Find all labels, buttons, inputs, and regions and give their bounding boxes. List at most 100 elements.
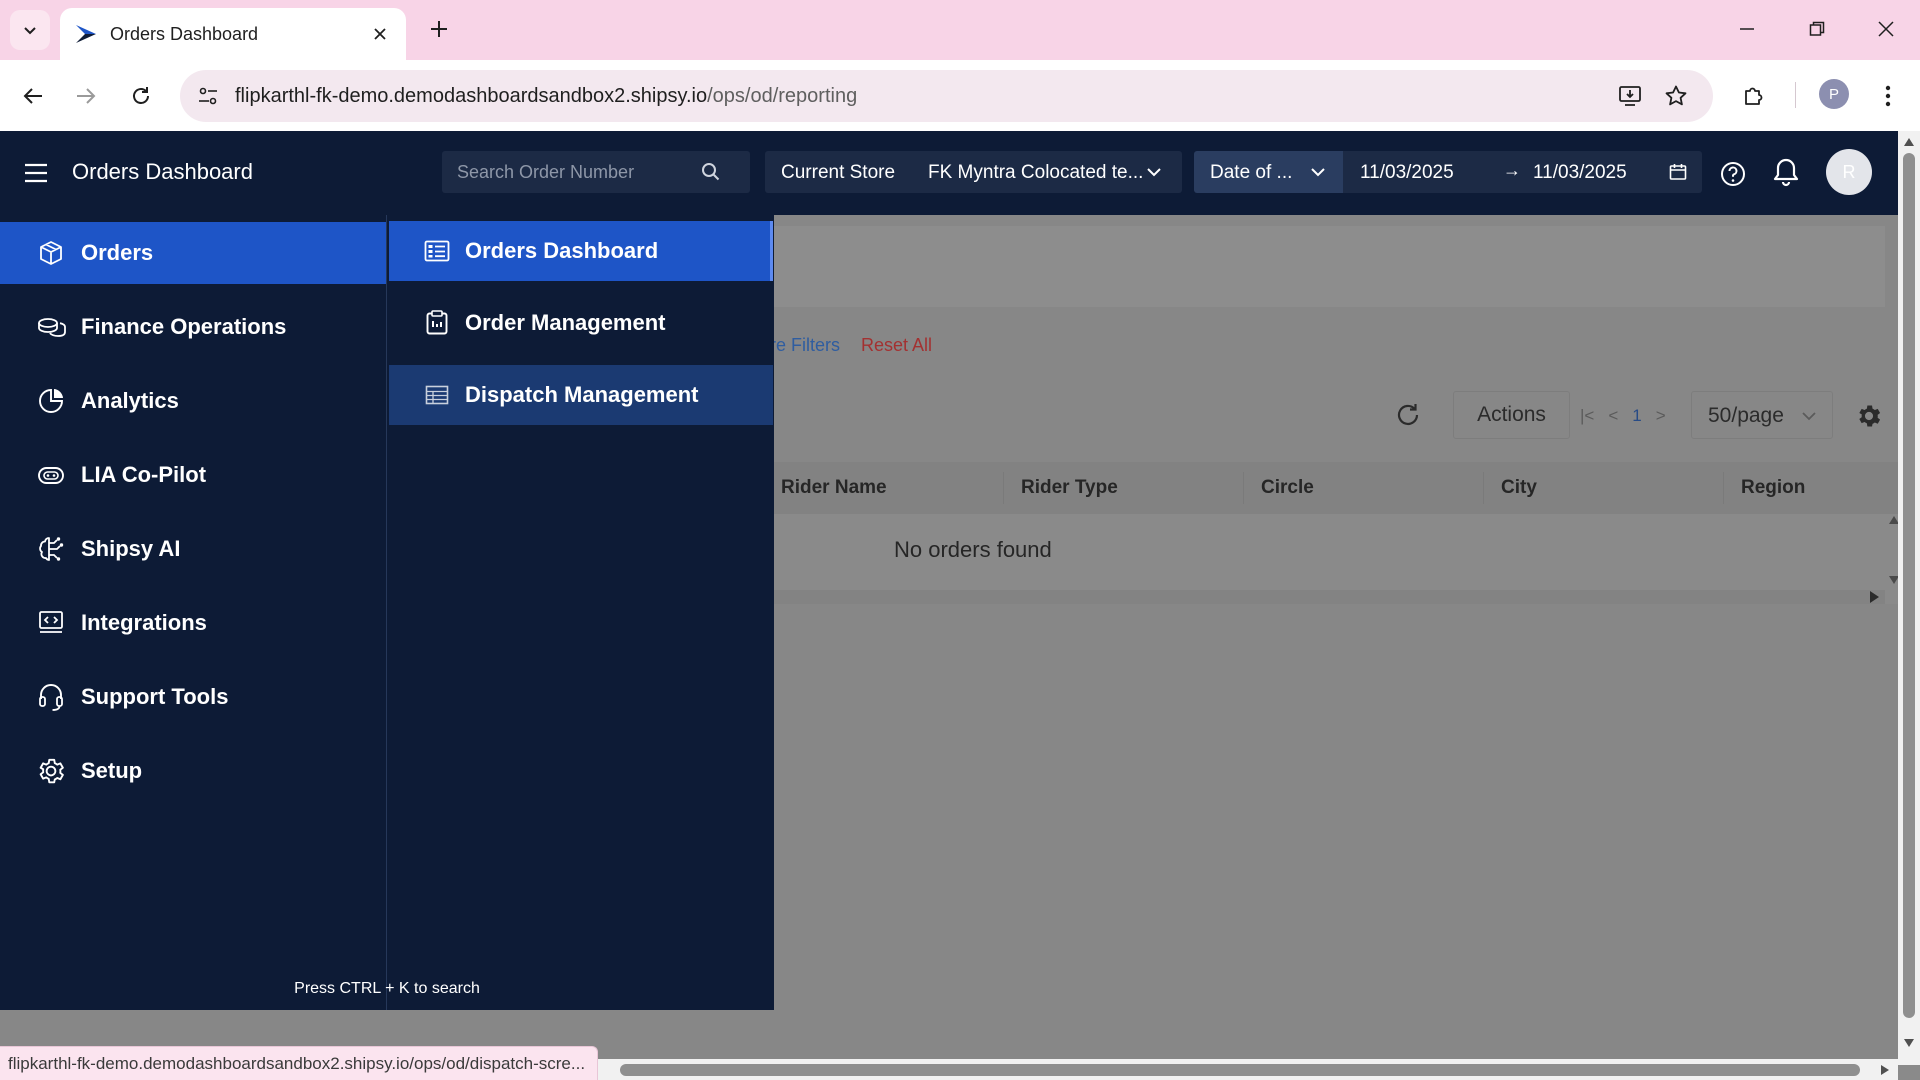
next-page-icon[interactable]: > bbox=[1656, 406, 1666, 426]
store-label: Current Store bbox=[781, 162, 896, 183]
scroll-right-arrow-icon[interactable] bbox=[1867, 590, 1881, 604]
column-header-rider-type[interactable]: Rider Type bbox=[1010, 462, 1250, 514]
pie-chart-icon bbox=[36, 386, 66, 416]
sidebar-item-lia-co-pilot[interactable]: LIA Co-Pilot bbox=[0, 444, 386, 506]
store-selector[interactable]: Current Store FK Myntra Colocated te... bbox=[765, 151, 1182, 193]
page-vertical-scrollbar[interactable] bbox=[1898, 131, 1920, 1065]
extensions-puzzle-icon[interactable] bbox=[1736, 78, 1772, 114]
sidebar-item-label: Analytics bbox=[81, 388, 179, 413]
search-icon[interactable] bbox=[700, 161, 722, 183]
date-range-picker[interactable]: 11/03/2025 → 11/03/2025 bbox=[1343, 151, 1702, 193]
sidebar-item-orders[interactable]: Orders bbox=[0, 222, 386, 284]
date-separator-arrow: → bbox=[1503, 160, 1521, 180]
column-header-region[interactable]: Region bbox=[1730, 462, 1898, 514]
reset-all-link[interactable]: Reset All bbox=[861, 335, 932, 356]
column-divider bbox=[1243, 472, 1244, 504]
sidebar-item-label: LIA Co-Pilot bbox=[81, 462, 207, 487]
table-header: Rider Name Rider Type Circle City Region bbox=[770, 462, 1898, 514]
sidebar-item-label: Support Tools bbox=[81, 684, 229, 709]
url-path: /ops/od/reporting bbox=[707, 85, 858, 107]
hamburger-menu-icon[interactable] bbox=[22, 159, 50, 187]
sidebar-item-label: Setup bbox=[81, 758, 143, 783]
pagination: |< < 1 > bbox=[1580, 403, 1666, 429]
install-app-icon[interactable] bbox=[1615, 81, 1645, 111]
close-window-icon[interactable] bbox=[1871, 14, 1901, 44]
submenu-item-orders-dashboard[interactable]: Orders Dashboard bbox=[389, 221, 773, 281]
date-type-selector[interactable]: Date of ... bbox=[1194, 151, 1343, 193]
user-avatar[interactable]: R bbox=[1826, 149, 1872, 195]
back-arrow-icon[interactable] bbox=[15, 78, 51, 114]
restore-icon[interactable] bbox=[1802, 14, 1832, 44]
forward-arrow-icon[interactable] bbox=[68, 78, 104, 114]
first-page-icon[interactable]: |< bbox=[1580, 406, 1594, 426]
chevron-down-icon bbox=[24, 27, 36, 35]
sidebar-item-integrations[interactable]: Integrations bbox=[0, 592, 386, 654]
chevron-down-icon bbox=[1147, 168, 1161, 177]
chevron-down-icon bbox=[1802, 412, 1816, 421]
notification-bell-icon[interactable] bbox=[1772, 157, 1800, 187]
horizontal-scroll-thumb[interactable] bbox=[620, 1064, 1860, 1076]
current-page[interactable]: 1 bbox=[1632, 406, 1641, 426]
page-size-select[interactable]: 50/page bbox=[1691, 391, 1833, 439]
bookmark-star-icon[interactable] bbox=[1661, 81, 1691, 111]
date-type-label: Date of ... bbox=[1210, 162, 1293, 183]
page-title: Orders Dashboard bbox=[72, 159, 253, 184]
minimize-icon[interactable] bbox=[1732, 14, 1762, 44]
submenu-item-order-management[interactable]: Order Management bbox=[389, 293, 773, 353]
sidebar-item-support-tools[interactable]: Support Tools bbox=[0, 666, 386, 728]
column-settings-gear-icon[interactable] bbox=[1855, 402, 1883, 430]
filter-panel bbox=[770, 226, 1885, 307]
link-status-bubble: flipkarthl-fk-demo.demodashboardsandbox2… bbox=[0, 1046, 599, 1080]
sidebar-item-setup[interactable]: Setup bbox=[0, 740, 386, 802]
box-icon bbox=[36, 238, 66, 268]
sidebar-item-shipsy-ai[interactable]: Shipsy AI bbox=[0, 518, 386, 580]
column-header-city[interactable]: City bbox=[1490, 462, 1730, 514]
more-filters-link[interactable]: re Filters bbox=[770, 335, 840, 356]
sidebar-item-analytics[interactable]: Analytics bbox=[0, 370, 386, 432]
reload-icon[interactable] bbox=[123, 78, 159, 114]
monitor-code-icon bbox=[36, 608, 66, 638]
sidebar-item-label: Finance Operations bbox=[81, 314, 287, 339]
gear-icon bbox=[36, 756, 66, 786]
coins-icon bbox=[36, 312, 66, 342]
scroll-right-arrow-icon[interactable] bbox=[1880, 1064, 1890, 1076]
vertical-scroll-thumb[interactable] bbox=[1903, 153, 1915, 1018]
url-text: flipkarthl-fk-demo.demodashboardsandbox2… bbox=[235, 85, 857, 108]
submenu-item-dispatch-management[interactable]: Dispatch Management bbox=[389, 365, 773, 425]
headset-icon bbox=[36, 682, 66, 712]
list-icon bbox=[424, 238, 450, 264]
date-end[interactable]: 11/03/2025 bbox=[1533, 162, 1627, 184]
prev-page-icon[interactable]: < bbox=[1608, 406, 1618, 426]
column-header-rider-name[interactable]: Rider Name bbox=[770, 462, 1010, 514]
date-start[interactable]: 11/03/2025 bbox=[1360, 162, 1454, 184]
column-divider bbox=[1723, 472, 1724, 504]
url-host: flipkarthl-fk-demo.demodashboardsandbox2… bbox=[235, 85, 708, 107]
more-menu-icon[interactable] bbox=[1870, 78, 1906, 114]
order-search-input[interactable]: Search Order Number bbox=[442, 151, 750, 193]
search-placeholder: Search Order Number bbox=[457, 162, 635, 182]
shipsy-favicon-icon bbox=[76, 25, 96, 43]
tab-close-icon[interactable] bbox=[368, 22, 392, 46]
toolbar-separator bbox=[1795, 82, 1796, 108]
refresh-icon[interactable] bbox=[1394, 401, 1422, 429]
profile-avatar[interactable]: P bbox=[1819, 79, 1849, 109]
actions-button[interactable]: Actions bbox=[1453, 391, 1570, 439]
new-tab-plus-icon[interactable] bbox=[424, 14, 454, 44]
sidebar-item-finance-operations[interactable]: Finance Operations bbox=[0, 296, 386, 358]
address-bar[interactable]: flipkarthl-fk-demo.demodashboardsandbox2… bbox=[180, 70, 1713, 122]
table-horizontal-scrollbar[interactable] bbox=[770, 590, 1885, 604]
scroll-down-arrow-icon[interactable] bbox=[1903, 1038, 1915, 1048]
calendar-icon[interactable] bbox=[1668, 162, 1688, 182]
tab-search-button[interactable] bbox=[10, 10, 50, 50]
chevron-down-icon bbox=[1311, 168, 1325, 177]
browser-tab-active[interactable]: Orders Dashboard bbox=[60, 8, 406, 60]
site-settings-icon[interactable] bbox=[190, 78, 226, 114]
submenu-item-label: Dispatch Management bbox=[465, 382, 699, 407]
scroll-up-arrow-icon[interactable] bbox=[1903, 137, 1915, 147]
submenu-item-label: Orders Dashboard bbox=[465, 238, 659, 263]
help-question-icon[interactable] bbox=[1720, 161, 1746, 187]
column-header-circle[interactable]: Circle bbox=[1250, 462, 1490, 514]
brain-icon bbox=[36, 534, 66, 564]
submenu-item-label: Order Management bbox=[465, 310, 666, 335]
clipboard-icon bbox=[424, 310, 450, 336]
